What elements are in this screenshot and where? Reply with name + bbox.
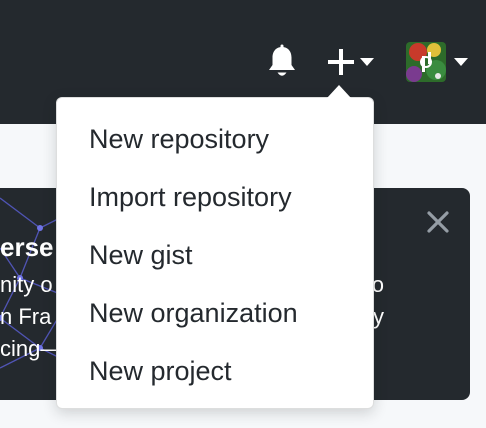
create-new-dropdown: New repository Import repository New gis… [56, 97, 374, 409]
menu-item-new-gist[interactable]: New gist [57, 226, 373, 284]
notifications-button[interactable] [266, 44, 298, 80]
banner-text-line: n Fra [0, 304, 52, 329]
chevron-down-icon [454, 58, 468, 66]
menu-item-import-repository[interactable]: Import repository [57, 168, 373, 226]
banner-text-line: y [373, 304, 384, 329]
menu-item-new-project[interactable]: New project [57, 342, 373, 400]
close-icon [427, 211, 449, 233]
dropdown-pointer [327, 85, 351, 98]
menu-item-new-repository[interactable]: New repository [57, 110, 373, 168]
plus-icon [328, 49, 354, 75]
user-avatar [406, 42, 446, 82]
avatar-image [406, 42, 446, 82]
menu-item-new-organization[interactable]: New organization [57, 284, 373, 342]
chevron-down-icon [360, 58, 374, 66]
bell-icon [269, 44, 295, 76]
create-new-menu: New repository Import repository New gis… [57, 110, 373, 400]
banner-text-line: cing— [0, 336, 63, 361]
banner-text-line: nity o [0, 272, 53, 297]
dismiss-banner-button[interactable] [424, 208, 452, 236]
user-menu-button[interactable] [402, 40, 474, 84]
create-new-button[interactable] [324, 44, 378, 80]
